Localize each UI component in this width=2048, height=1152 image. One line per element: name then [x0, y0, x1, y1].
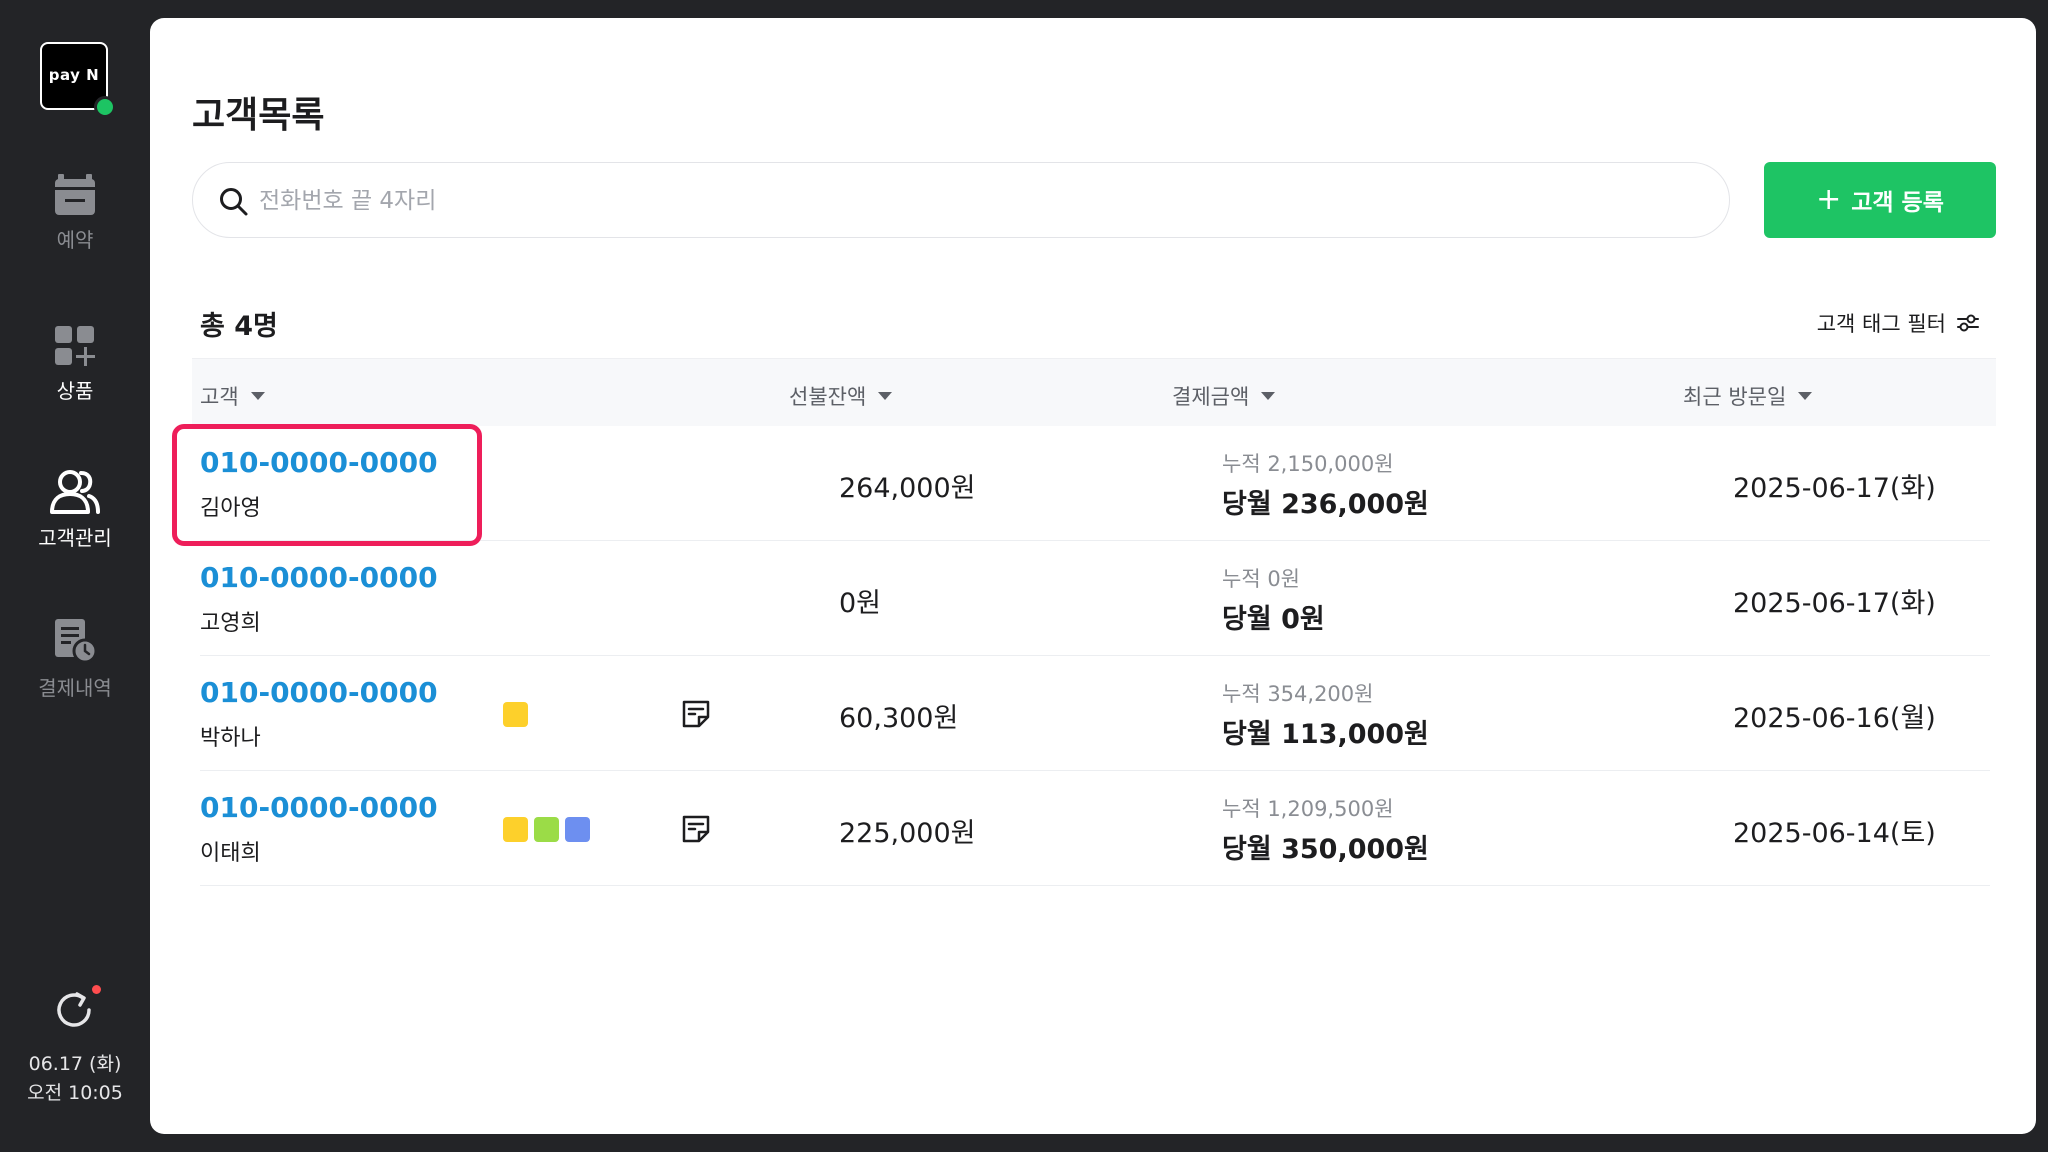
- table-header: 고객 선불잔액 결제금액 최근 방문일: [192, 358, 1996, 426]
- add-customer-label: 고객 등록: [1851, 190, 1944, 216]
- refresh-icon[interactable]: [53, 988, 97, 1032]
- prepaid-balance: 264,000원: [839, 473, 976, 504]
- customer-phone[interactable]: 010-0000-0000: [200, 676, 438, 709]
- plus-icon: +: [1816, 182, 1842, 217]
- notification-dot: [92, 985, 101, 994]
- datetime-display: 06.17 (화) 오전 10:05: [0, 1050, 150, 1108]
- memo-icon[interactable]: [680, 813, 712, 845]
- monthly-payment: 당월 350,000원: [1222, 834, 1429, 865]
- monthly-payment: 당월 236,000원: [1222, 489, 1429, 520]
- sort-header-payment[interactable]: 결제금액: [1172, 381, 1276, 411]
- cumulative-payment: 누적 354,200원: [1222, 682, 1374, 706]
- sort-down-icon: [250, 392, 265, 400]
- grid-plus-icon: [55, 326, 95, 366]
- tag-green: [534, 817, 559, 842]
- table-row[interactable]: 010-0000-0000 박하나 60,300원 누적 354,200원 당월…: [200, 656, 1990, 771]
- search-icon: [220, 188, 248, 216]
- cumulative-payment: 누적 1,209,500원: [1222, 797, 1394, 821]
- header-label: 고객: [200, 385, 239, 409]
- sort-down-icon: [878, 392, 893, 400]
- sort-down-icon: [1261, 392, 1276, 400]
- customer-name: 박하나: [200, 726, 261, 751]
- search-bar[interactable]: [192, 162, 1730, 238]
- sidebar-item-label: 예약: [56, 228, 94, 252]
- customer-phone[interactable]: 010-0000-0000: [200, 561, 438, 594]
- page-title: 고객목록: [192, 95, 325, 136]
- customer-tags: [503, 817, 590, 842]
- last-visit-date: 2025-06-16(월): [1733, 703, 1936, 734]
- payn-logo[interactable]: pay N: [40, 42, 116, 118]
- customer-name: 이태희: [200, 841, 261, 866]
- sidebar-item-label: 결제내역: [38, 676, 112, 700]
- customer-name: 고영희: [200, 611, 261, 636]
- highlight-box: [172, 424, 482, 546]
- sort-down-icon: [1798, 392, 1813, 400]
- customer-tag-filter-button[interactable]: 고객 태그 필터: [1817, 308, 1980, 338]
- tag-blue: [565, 817, 590, 842]
- tag-yellow: [503, 817, 528, 842]
- last-visit-date: 2025-06-17(화): [1733, 473, 1936, 504]
- users-icon: [50, 470, 100, 514]
- last-visit-date: 2025-06-17(화): [1733, 588, 1936, 619]
- customer-tags: [503, 702, 528, 727]
- header-label: 결제금액: [1172, 385, 1250, 409]
- sidebar-item-products[interactable]: 상품: [0, 325, 150, 404]
- tag-filter-label: 고객 태그 필터: [1816, 312, 1946, 336]
- table-row[interactable]: 010-0000-0000 고영희 0원 누적 0원 당월 0원 2025-06…: [200, 541, 1990, 656]
- sidebar-item-label: 상품: [56, 379, 94, 403]
- monthly-payment: 당월 0원: [1222, 604, 1325, 635]
- tag-yellow: [503, 702, 528, 727]
- current-date: 06.17 (화): [28, 1053, 122, 1075]
- prepaid-balance: 0원: [839, 588, 882, 619]
- prepaid-balance: 60,300원: [839, 703, 959, 734]
- sidebar-item-label: 고객관리: [38, 526, 112, 550]
- sidebar-item-customers[interactable]: 고객관리: [0, 470, 150, 551]
- current-time: 오전 10:05: [27, 1082, 123, 1104]
- filter-sliders-icon: [1957, 314, 1979, 332]
- cumulative-payment: 누적 0원: [1222, 567, 1300, 591]
- last-visit-date: 2025-06-14(토): [1733, 818, 1936, 849]
- sort-header-last-visit[interactable]: 최근 방문일: [1683, 381, 1813, 411]
- header-label: 최근 방문일: [1683, 385, 1787, 409]
- table-row[interactable]: 010-0000-0000 이태희 225,000원 누적 1,209,500원…: [200, 771, 1990, 886]
- sidebar-item-payments[interactable]: 결제내역: [0, 618, 150, 701]
- search-input[interactable]: [259, 177, 1659, 225]
- cumulative-payment: 누적 2,150,000원: [1222, 452, 1394, 476]
- logo-text: pay N: [48, 66, 100, 84]
- memo-icon[interactable]: [680, 698, 712, 730]
- monthly-payment: 당월 113,000원: [1222, 719, 1429, 750]
- customer-phone[interactable]: 010-0000-0000: [200, 791, 438, 824]
- sidebar: pay N 예약 상품 고객관리 결제내역 06.17 (화) 오전 10:05: [0, 0, 150, 1152]
- sort-header-prepaid[interactable]: 선불잔액: [789, 381, 893, 411]
- prepaid-balance: 225,000원: [839, 818, 976, 849]
- online-status-dot: [94, 96, 116, 118]
- main-panel: 고객목록 + 고객 등록 총 4명 고객 태그 필터 고객 선불잔액 결: [150, 18, 2036, 1134]
- add-customer-button[interactable]: + 고객 등록: [1764, 162, 1996, 238]
- sidebar-item-reservation[interactable]: 예약: [0, 172, 150, 253]
- header-label: 선불잔액: [789, 385, 867, 409]
- sort-header-customer[interactable]: 고객: [200, 381, 265, 411]
- total-count: 총 4명: [200, 311, 278, 342]
- calendar-icon: [55, 174, 95, 215]
- receipt-clock-icon: [55, 619, 97, 664]
